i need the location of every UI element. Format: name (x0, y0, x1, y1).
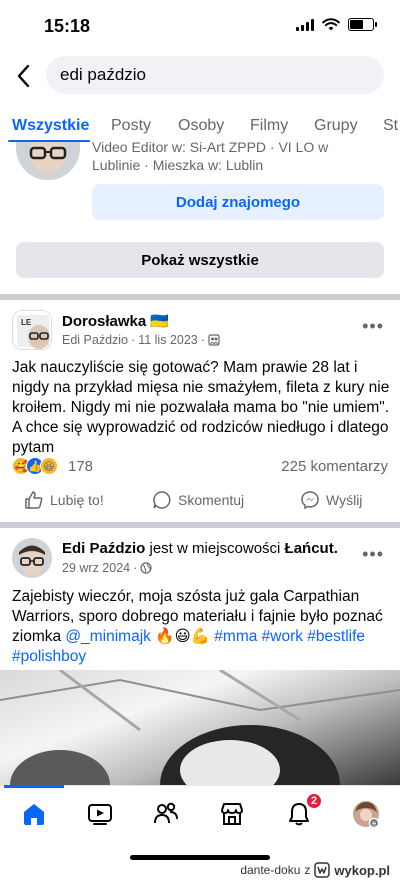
location-link[interactable]: Łańcut (285, 540, 334, 557)
send-label: Wyślij (326, 492, 363, 508)
battery-icon (348, 18, 377, 31)
home-indicator (130, 855, 270, 860)
wifi-icon (322, 18, 340, 31)
status-time: 15:18 (44, 16, 91, 36)
tab-all[interactable]: Wszystkie (12, 117, 89, 135)
post-actions: Lubię to! Skomentuj Wyślij (0, 484, 400, 520)
author-avatar[interactable] (12, 538, 52, 578)
reactions-summary[interactable]: 🥰 👍 😆 178 225 komentarzy (12, 455, 388, 479)
person-details-line1: Video Editor w: Si-Art ZPPD · VI LO w (92, 142, 329, 155)
search-header: edi paździo (0, 56, 400, 96)
title-period: . (333, 540, 338, 557)
post-photo[interactable] (0, 670, 400, 785)
add-friend-button[interactable]: Dodaj znajomego (92, 184, 384, 220)
haha-reaction-icon: 😆 (40, 457, 58, 475)
watermark-z: z (304, 863, 311, 877)
reaction-count: 178 (68, 458, 94, 475)
meta-separator: · (200, 333, 205, 347)
group-avatar[interactable]: LE (12, 310, 52, 350)
globe-icon (140, 562, 152, 574)
friends-icon (154, 802, 178, 824)
person-result: Video Editor w: Si-Art ZPPD · VI LO w Lu… (0, 142, 400, 292)
watermark-user: dante-doku (240, 863, 301, 877)
svg-text:LE: LE (21, 318, 32, 327)
search-input[interactable]: edi paździo (46, 56, 384, 94)
comment-button[interactable]: Skomentuj (152, 490, 244, 510)
meta-separator: · (131, 333, 136, 347)
post-author[interactable]: Edi Paździo (62, 540, 145, 557)
post-text: Jak nauczyliście się gotować? Mam prawie… (12, 359, 390, 456)
search-filter-tabs: Wszystkie Posty Osoby Filmy Grupy St (0, 112, 400, 142)
nav-video[interactable] (84, 798, 116, 830)
post-date[interactable]: 11 lis 2023 (138, 333, 198, 347)
post-emojis: 🔥😃💪 (150, 628, 215, 645)
comment-label: Skomentuj (178, 492, 245, 508)
mention-link[interactable]: @_minimajk (65, 628, 151, 645)
more-options-button[interactable]: ••• (362, 316, 384, 337)
post-header: Edi Paździo jest w miejscowości Łańcut. … (0, 538, 400, 588)
nav-profile[interactable] (350, 798, 382, 830)
tab-groups[interactable]: Grupy (314, 117, 358, 135)
group-name[interactable]: Dorosławka 🇺🇦 (62, 312, 169, 330)
tab-posts[interactable]: Posty (111, 117, 151, 135)
watermark: dante-doku z wykop.pl (240, 862, 390, 878)
post-meta: 29 wrz 2024 · (62, 561, 152, 575)
post-author[interactable]: Edi Paździo (62, 333, 128, 347)
notification-badge: 2 (305, 792, 323, 810)
like-label: Lubię to! (50, 492, 104, 508)
active-nav-indicator (4, 785, 64, 788)
nav-friends[interactable] (150, 798, 182, 830)
like-button[interactable]: Lubię to! (24, 490, 104, 510)
comments-count[interactable]: 225 komentarzy (281, 458, 388, 475)
tab-people[interactable]: Osoby (178, 117, 224, 135)
nav-marketplace[interactable] (216, 798, 248, 830)
person-details-line2: Lublinie · Mieszka w: Lublin (92, 157, 264, 173)
tab-pages[interactable]: St (383, 117, 398, 135)
search-query: edi paździo (60, 65, 147, 84)
back-arrow-icon[interactable] (14, 62, 34, 90)
comment-icon (153, 491, 171, 509)
section-divider (0, 294, 400, 300)
section-divider (0, 522, 400, 528)
post-text: Zajebisty wieczór, moja szósta już gala … (12, 587, 390, 667)
status-icons (296, 18, 377, 31)
messenger-icon (301, 491, 319, 510)
thumbs-up-icon (25, 491, 43, 509)
post-date[interactable]: 29 wrz 2024 (62, 561, 130, 575)
group-privacy-icon (208, 334, 220, 346)
post-meta: Edi Paździo · 11 lis 2023 · (62, 333, 220, 347)
profile-avatar (353, 801, 380, 828)
tab-videos[interactable]: Filmy (250, 117, 288, 135)
cellular-signal-icon (296, 18, 314, 31)
reaction-emojis: 🥰 👍 😆 (12, 457, 58, 475)
status-bar: 15:18 (0, 0, 400, 50)
watermark-brand: wykop.pl (334, 862, 390, 878)
post-title: Edi Paździo jest w miejscowości Łańcut. (62, 540, 338, 557)
post-header: LE Dorosławka 🇺🇦 Edi Paździo · 11 lis 20… (0, 310, 400, 360)
meta-separator: · (133, 561, 138, 575)
video-icon (88, 804, 112, 825)
nav-home[interactable] (18, 798, 50, 830)
nav-notifications[interactable]: 2 (283, 792, 323, 830)
more-options-button[interactable]: ••• (362, 544, 384, 565)
show-all-button[interactable]: Pokaż wszystkie (16, 242, 384, 278)
person-details: Video Editor w: Si-Art ZPPD · VI LO w Lu… (92, 142, 382, 174)
send-button[interactable]: Wyślij (300, 490, 362, 510)
marketplace-icon (221, 803, 243, 825)
person-avatar[interactable] (16, 142, 80, 180)
wykop-logo-icon (314, 862, 331, 878)
home-icon (24, 804, 44, 825)
checkin-text: jest w miejscowości (145, 540, 285, 557)
